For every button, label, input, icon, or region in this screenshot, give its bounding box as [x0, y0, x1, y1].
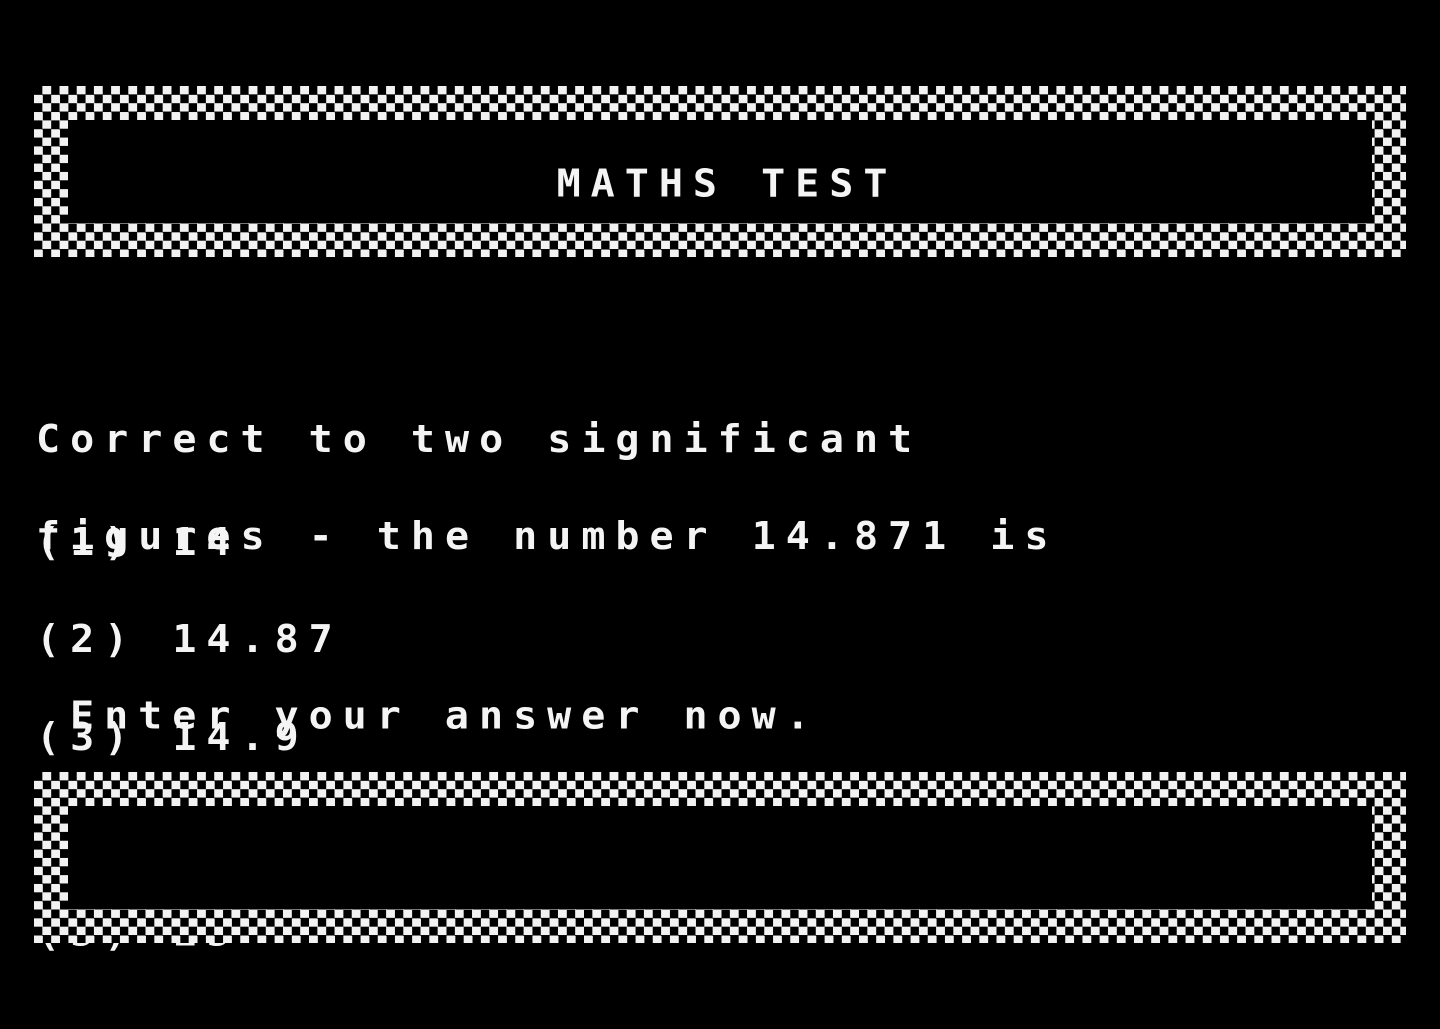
answer-box [34, 772, 1406, 943]
question-line-1: Correct to two significant [36, 417, 923, 462]
option-value: 14.87 [172, 618, 343, 662]
option-2[interactable]: (2) 14.87 [36, 621, 343, 659]
option-value: 14 [172, 520, 241, 565]
option-number: (2) [36, 618, 139, 662]
answer-input-area[interactable] [68, 806, 1372, 909]
title-banner: MATHS TEST [34, 86, 1406, 257]
page-title: MATHS TEST [556, 162, 898, 206]
title-banner-inner: MATHS TEST [68, 120, 1372, 223]
answer-prompt: Enter your answer now. [70, 694, 820, 738]
option-number: (1) [36, 520, 139, 565]
option-1[interactable]: (1) 14 [36, 523, 343, 561]
